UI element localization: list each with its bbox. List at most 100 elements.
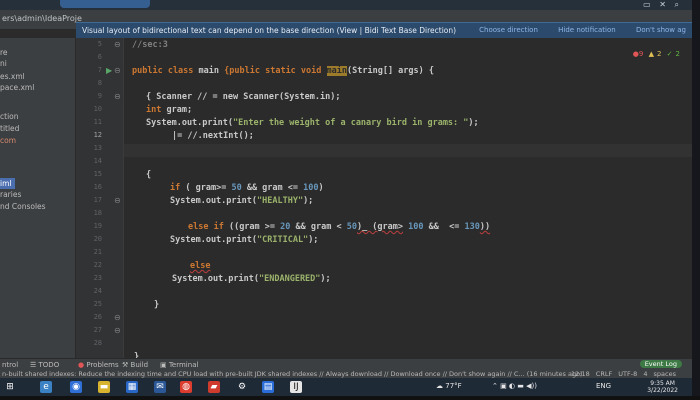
tool-tab-problems[interactable]: ● Problems: [78, 361, 119, 369]
line-number: 10: [93, 105, 102, 113]
project-item[interactable]: titled: [0, 124, 19, 133]
ok-count: 2: [675, 50, 680, 58]
project-item[interactable]: com: [0, 136, 16, 145]
tool-tab-build[interactable]: ⚒ Build: [122, 361, 148, 369]
code-text: && <=: [428, 222, 460, 232]
error-code: )): [479, 222, 491, 232]
app-icon[interactable]: ▤: [262, 381, 274, 393]
line-number: 15: [93, 170, 102, 178]
tool-tab-label: Build: [130, 361, 149, 369]
start-icon[interactable]: ⊞: [4, 381, 16, 393]
keyword: else if: [188, 222, 224, 232]
clock[interactable]: 9:35 AM 3/22/2022: [647, 380, 678, 394]
chrome-icon[interactable]: ◍: [180, 381, 192, 393]
folder-icon[interactable]: ▬: [98, 381, 110, 393]
code-line-21: else: [190, 261, 210, 271]
status-bar: n-built shared indexes: Reduce the index…: [0, 370, 692, 378]
code-editor[interactable]: 5 6 7 8 9 10 11 12 13 14 15 16 17 18 19 …: [76, 38, 692, 362]
caret-position[interactable]: 12:18: [571, 370, 590, 378]
settings-icon[interactable]: ⚙: [236, 381, 248, 393]
store-icon[interactable]: ▦: [126, 381, 138, 393]
check-icon: ✓: [666, 50, 673, 58]
status-message[interactable]: n-built shared indexes: Reduce the index…: [2, 370, 583, 378]
mail-icon[interactable]: ✉: [154, 381, 166, 393]
keyword: int: [146, 105, 162, 115]
line-number: 14: [93, 157, 102, 165]
indent-setting[interactable]: 4 spaces: [643, 370, 676, 378]
tool-window-bar: ntrol ☰ TODO ● Problems ⚒ Build ▣ Termin…: [0, 358, 692, 370]
project-item[interactable]: ction: [0, 112, 19, 121]
intellij-icon[interactable]: IJ: [290, 381, 302, 393]
current-line-highlight: [124, 144, 692, 157]
line-separator[interactable]: CRLF: [596, 370, 612, 378]
code-line-24: }: [154, 300, 159, 310]
line-number: 22: [93, 261, 102, 269]
line-number: 24: [93, 287, 102, 295]
keyword: {public static void: [224, 66, 322, 76]
code-text: (String[] args) {: [347, 66, 434, 76]
line-number: 11: [93, 118, 102, 126]
line-number: 17: [93, 196, 102, 204]
line-number: 13: [93, 144, 102, 152]
language-indicator[interactable]: ENG: [596, 382, 611, 390]
browser-tab[interactable]: [60, 0, 150, 8]
project-item[interactable]: nd Consoles: [0, 202, 46, 211]
file-encoding[interactable]: UTF-8: [618, 370, 637, 378]
code-text: System.out.print(: [170, 196, 257, 206]
line-number: 7: [97, 66, 102, 74]
project-panel: re ni es.xml pace.xml ction titled com i…: [0, 38, 76, 358]
tool-tab-terminal[interactable]: ▣ Terminal: [160, 361, 198, 369]
code-line-7: public class main {public static void ma…: [132, 66, 434, 76]
code-text: { Scanner // = new Scanner(System.in);: [146, 92, 341, 102]
project-item[interactable]: es.xml: [0, 72, 25, 81]
string-literal: "ENDANGERED": [259, 274, 321, 284]
project-item[interactable]: raries: [0, 190, 21, 199]
fold-icon[interactable]: ⊖: [114, 40, 121, 49]
line-gutter: 5 6 7 8 9 10 11 12 13 14 15 16 17 18 19 …: [76, 38, 124, 358]
tool-tab-todo[interactable]: ☰ TODO: [30, 361, 59, 369]
code-text: ): [318, 183, 324, 193]
line-number: 6: [97, 53, 102, 61]
project-item-selected[interactable]: iml: [0, 178, 16, 189]
hide-notification-link[interactable]: Hide notification: [558, 26, 616, 34]
office-icon[interactable]: ▰: [208, 381, 220, 393]
code-line-9: { Scanner // = new Scanner(System.in);: [146, 92, 340, 102]
line-number: 26: [93, 313, 102, 321]
run-gutter-icon[interactable]: ▶: [106, 66, 112, 75]
fold-icon[interactable]: ⊖: [114, 66, 121, 75]
number-literal: 100: [303, 183, 319, 193]
fold-icon[interactable]: ⊖: [114, 196, 121, 205]
code-text: gram;: [166, 105, 193, 115]
keyword: public class: [132, 66, 194, 76]
code-text: && gram <=: [246, 183, 299, 193]
project-item[interactable]: re: [0, 48, 8, 57]
number-literal: 100: [408, 222, 424, 232]
tool-tab-control[interactable]: ntrol: [2, 361, 18, 369]
fold-icon[interactable]: ⊖: [114, 326, 121, 335]
tray-icons[interactable]: ⌃ ▣ ◐ ▬ ◀)): [492, 382, 537, 390]
choose-direction-link[interactable]: Choose direction: [479, 26, 538, 34]
weather-widget[interactable]: ☁ 77°F: [436, 382, 462, 390]
fold-icon[interactable]: ⊖: [114, 92, 121, 101]
fold-icon[interactable]: ⊖: [114, 313, 121, 322]
edge-icon[interactable]: ◉: [70, 381, 82, 393]
line-number: 25: [93, 300, 102, 308]
tool-tab-label: Problems: [86, 361, 119, 369]
project-item[interactable]: pace.xml: [0, 83, 34, 92]
browser-icon[interactable]: e: [40, 381, 52, 393]
dont-show-again-link[interactable]: Don't show ag: [636, 26, 686, 34]
line-number: 21: [93, 248, 102, 256]
event-log-button[interactable]: Event Log: [639, 360, 682, 368]
tool-tab-label: Terminal: [168, 361, 199, 369]
line-number: 23: [93, 274, 102, 282]
clock-date: 3/22/2022: [647, 387, 678, 394]
string-literal: "HEALTHY": [257, 196, 304, 206]
code-line-10: int gram;: [146, 105, 192, 115]
inspection-widget[interactable]: ●9 ▲ 2 ✓ 2: [633, 50, 680, 58]
code-text: && gram <: [295, 222, 342, 232]
project-item[interactable]: ni: [0, 59, 7, 68]
line-number: 12: [93, 131, 102, 139]
number-literal: 50: [231, 183, 242, 193]
code-text: );: [468, 118, 479, 128]
hammer-icon: ⚒: [122, 361, 131, 369]
